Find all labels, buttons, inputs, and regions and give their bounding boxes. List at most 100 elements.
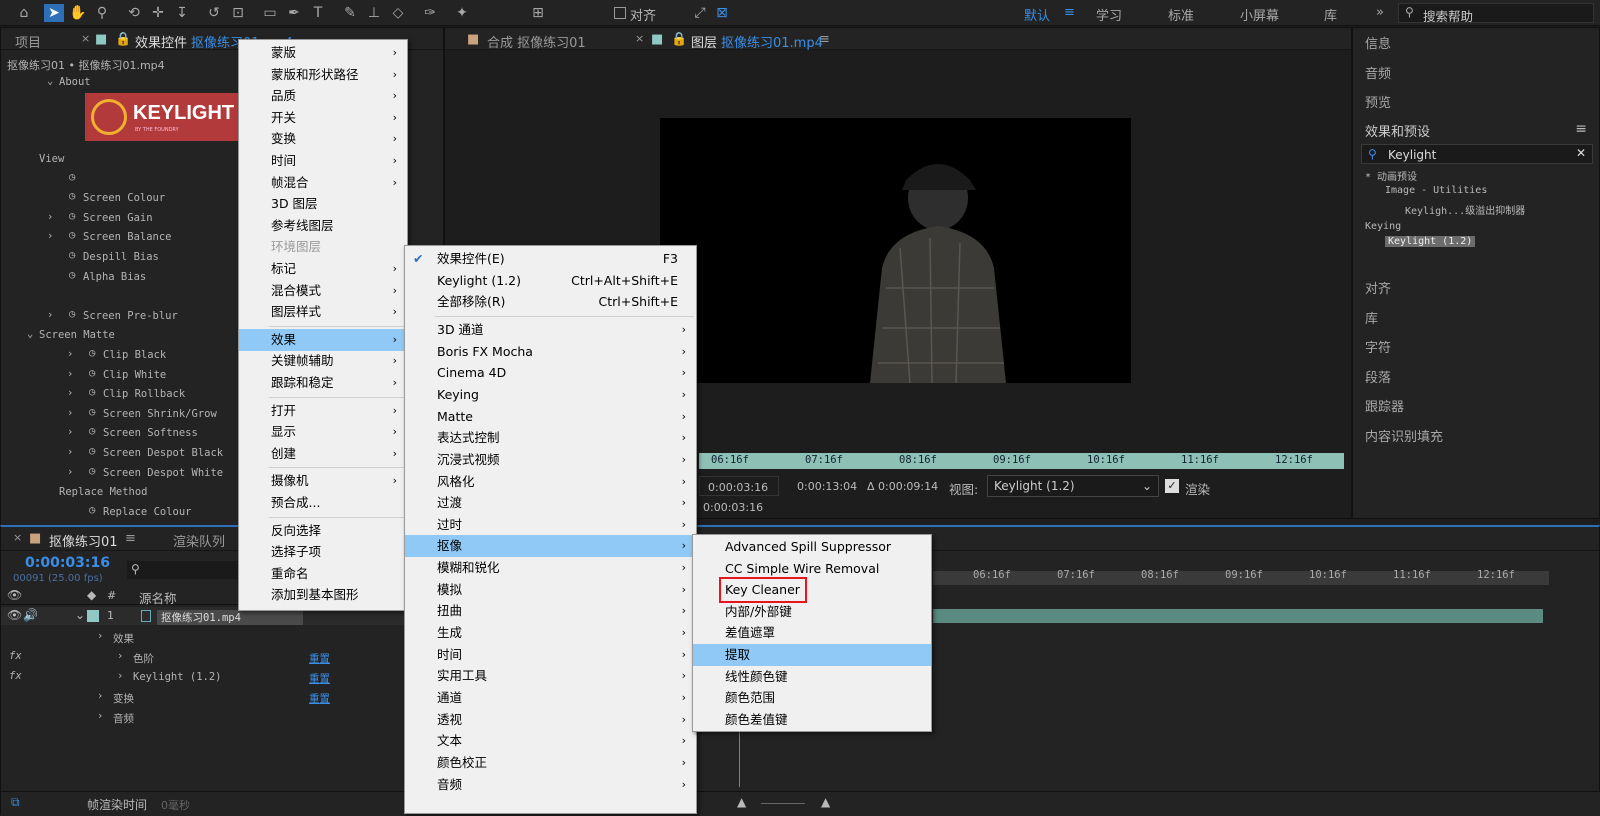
tab-project[interactable]: 项目: [15, 32, 41, 51]
expand-icon[interactable]: ⤢: [690, 4, 710, 22]
menu-item[interactable]: 模糊和锐化 ›: [405, 557, 696, 579]
tree-item[interactable]: * 动画预设: [1365, 168, 1417, 183]
menu-item[interactable]: 过时 ›: [405, 514, 696, 536]
stopwatch-icon[interactable]: ◷: [69, 190, 75, 202]
workspace-learn[interactable]: 学习: [1096, 5, 1122, 24]
menu-item[interactable]: 品质 ›: [239, 85, 407, 107]
stopwatch-icon[interactable]: ◷: [89, 425, 95, 437]
twirl-right-icon[interactable]: ›: [67, 466, 73, 478]
lock-icon[interactable]: 🔒: [115, 32, 131, 47]
menu-item[interactable]: 显示 ›: [239, 421, 407, 443]
dolly-camera-icon[interactable]: ↧: [172, 4, 192, 22]
layer-name[interactable]: 抠像练习01.mp4: [157, 610, 303, 625]
more-workspaces-icon[interactable]: »: [1376, 5, 1384, 20]
menu-item[interactable]: 全部移除(R) Ctrl+Shift+E: [405, 291, 696, 313]
lock-icon[interactable]: 🔒: [671, 32, 687, 47]
twirl-right-icon[interactable]: ›: [47, 309, 53, 321]
twirl-right-icon[interactable]: ›: [67, 387, 73, 399]
zoom-slider[interactable]: [761, 803, 805, 804]
tab-composition[interactable]: 合成 抠像练习01: [487, 32, 586, 51]
stopwatch-icon[interactable]: ◷: [89, 347, 95, 359]
pen-tool-icon[interactable]: ✒: [284, 4, 304, 22]
panel-menu-icon[interactable]: ≡: [1575, 121, 1587, 137]
stopwatch-icon[interactable]: ◷: [69, 171, 75, 183]
home-icon[interactable]: ⌂: [14, 4, 34, 22]
panel-item[interactable]: 预览: [1365, 92, 1391, 111]
fx-icon[interactable]: fx: [9, 650, 22, 662]
menu-item[interactable]: 蒙版 ›: [239, 42, 407, 64]
stopwatch-icon[interactable]: ◷: [89, 504, 95, 516]
stopwatch-icon[interactable]: ◷: [89, 367, 95, 379]
panel-menu-icon[interactable]: ≡: [819, 32, 830, 47]
close-tab-icon[interactable]: ×: [81, 32, 90, 45]
timeline-property-row[interactable]: fx › Keylight (1.2) 重置: [1, 668, 411, 688]
timecode[interactable]: 0:00:03:16: [25, 555, 110, 571]
render-checkbox[interactable]: ✓: [1165, 479, 1179, 493]
reset-link[interactable]: 重置: [309, 671, 330, 686]
out-point[interactable]: 0:00:13:04: [791, 476, 871, 496]
menu-item[interactable]: 时间 ›: [405, 644, 696, 666]
panel-item[interactable]: 信息: [1365, 33, 1391, 52]
menu-item[interactable]: 开关 ›: [239, 107, 407, 129]
pan-camera-icon[interactable]: ✛: [148, 4, 168, 22]
menu-item[interactable]: 关键帧辅助 ›: [239, 350, 407, 372]
layer-time-ruler[interactable]: 06:16f 07:16f 08:16f 09:16f 10:16f 11:16f 12:1…: [699, 453, 1344, 469]
tree-item[interactable]: Keyligh...级溢出抑制器: [1405, 202, 1525, 217]
menu-item[interactable]: 效果 ›: [239, 328, 407, 351]
panel-item[interactable]: 对齐: [1365, 278, 1391, 297]
menu-item[interactable]: 标记 ›: [239, 258, 407, 280]
twirl-icon[interactable]: ›: [97, 710, 103, 722]
stopwatch-icon[interactable]: ◷: [89, 445, 95, 457]
workspace-standard[interactable]: 标准: [1168, 5, 1194, 24]
stopwatch-icon[interactable]: ◷: [69, 308, 75, 320]
stopwatch-icon[interactable]: ◷: [89, 406, 95, 418]
effects-search-input[interactable]: ⚲ Keylight ✕: [1361, 144, 1593, 164]
panel-item[interactable]: 字符: [1365, 337, 1391, 356]
stopwatch-icon[interactable]: ◷: [69, 269, 75, 281]
tab-render-queue[interactable]: 渲染队列: [173, 531, 225, 550]
chevron-down-icon[interactable]: ⌄: [75, 608, 85, 622]
menu-item[interactable]: 内部/外部键: [693, 601, 931, 623]
snapping-icon[interactable]: ⊠: [712, 4, 732, 22]
menu-item[interactable]: 打开 ›: [239, 400, 407, 422]
menu-item[interactable]: 选择子项: [239, 541, 407, 563]
menu-item[interactable]: 图层样式 ›: [239, 301, 407, 323]
menu-item[interactable]: 沉浸式视频 ›: [405, 449, 696, 471]
stopwatch-icon[interactable]: ◷: [69, 229, 75, 241]
timeline-property-row[interactable]: fx › 色阶 重置: [1, 648, 411, 668]
menu-item[interactable]: 过渡 ›: [405, 492, 696, 514]
menu-item[interactable]: 参考线图层: [239, 215, 407, 237]
twirl-right-icon[interactable]: ›: [47, 211, 53, 223]
type-tool-icon[interactable]: T: [308, 4, 328, 22]
timeline-property-row[interactable]: › 变换 重置: [1, 688, 411, 708]
zoom-tool-icon[interactable]: ⚲: [92, 4, 112, 22]
rotate-tool-icon[interactable]: ↺: [204, 4, 224, 22]
view-select[interactable]: Keylight (1.2) ⌄: [987, 475, 1159, 497]
twirl-down-icon[interactable]: ⌄: [47, 75, 53, 87]
twirl-icon[interactable]: ›: [97, 690, 103, 702]
tree-item[interactable]: Image - Utilities: [1385, 185, 1487, 196]
roto-brush-icon[interactable]: ✑: [420, 4, 440, 22]
menu-item[interactable]: Advanced Spill Suppressor: [693, 536, 931, 558]
layer-search-input[interactable]: ⚲: [127, 561, 247, 579]
menu-item[interactable]: Key Cleaner: [693, 577, 931, 604]
menu-item[interactable]: 实用工具 ›: [405, 665, 696, 687]
menu-item[interactable]: Keying ›: [405, 384, 696, 406]
menu-item[interactable]: 变换 ›: [239, 128, 407, 150]
menu-item[interactable]: 差值遮罩: [693, 622, 931, 644]
menu-item[interactable]: 帧混合 ›: [239, 172, 407, 194]
source-name-header[interactable]: 源名称: [139, 588, 177, 607]
twirl-right-icon[interactable]: ›: [67, 348, 73, 360]
anchor-tool-icon[interactable]: ⊡: [228, 4, 248, 22]
comp-mini-icon[interactable]: ⧉: [11, 795, 20, 810]
snap-icon[interactable]: ⊞: [528, 4, 548, 22]
fx-icon[interactable]: fx: [9, 670, 22, 682]
menu-item[interactable]: 文本 ›: [405, 730, 696, 752]
stopwatch-icon[interactable]: ◷: [69, 210, 75, 222]
audio-icon[interactable]: 🔊: [23, 608, 38, 622]
twirl-icon[interactable]: ›: [117, 670, 123, 682]
menu-item[interactable]: Matte ›: [405, 406, 696, 428]
close-tab-icon[interactable]: ×: [635, 32, 644, 45]
menu-item[interactable]: 透视 ›: [405, 709, 696, 731]
tree-item[interactable]: Keying: [1365, 221, 1401, 232]
